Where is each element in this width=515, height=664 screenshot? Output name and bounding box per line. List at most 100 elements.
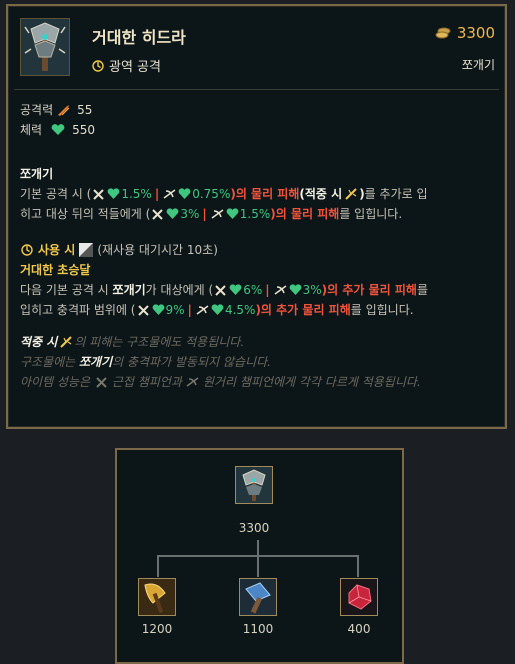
text: 를 입힙니다. — [350, 303, 414, 317]
text: 의 충격파가 발동되지 않습니다. — [112, 355, 271, 369]
recipe-component-price: 1100 — [242, 622, 274, 636]
melee-icon — [93, 189, 105, 200]
note-1: 적중 시 의 피해는 구조물에도 적용됩니다. — [20, 332, 500, 352]
ranged-icon — [186, 377, 199, 387]
gold-coins-icon — [435, 27, 451, 39]
item-cost-value: 3300 — [456, 24, 495, 42]
health-heart-icon — [51, 124, 65, 135]
text: 기본 공격 시 ( — [20, 187, 92, 201]
stat-value: 55 — [77, 103, 93, 117]
melee-icon — [96, 377, 107, 388]
ranged-value: 4.5% — [224, 303, 256, 317]
heart-icon — [229, 284, 242, 295]
on-hit-label: 적중 시 — [304, 187, 343, 201]
ranged-value: 3% — [302, 283, 322, 297]
item-name: 거대한 히드라 — [92, 28, 186, 47]
text: 를 입힙니다. — [339, 207, 403, 221]
on-hit-label: 적중 시 — [20, 335, 58, 349]
text: 원거리 챔피언에게 각각 다르게 적용됩니다. — [202, 375, 421, 389]
attack-damage-icon — [58, 105, 70, 116]
on-hit-icon — [345, 188, 357, 200]
item-stats: 공격력 55 체력 550 — [20, 100, 95, 140]
recipe-component-blue-hammer-icon[interactable] — [239, 578, 277, 616]
note-3: 아이템 성능은 근접 챔피언과 원거리 챔피언에게 각각 다르게 적용됩니다. — [20, 372, 500, 392]
tree-connector — [257, 555, 259, 577]
active-line-2: 입히고 충격파 범위에 ( 9% | 4.5%)의 추가 물리 피해를 입힙니다. — [20, 300, 500, 320]
heart-icon — [178, 188, 191, 199]
tree-connector — [157, 555, 159, 577]
text: 의 피해는 구조물에도 적용됩니다. — [74, 335, 245, 349]
stat-label: 공격력 — [20, 103, 54, 117]
melee-value: 1.5% — [121, 187, 152, 201]
recipe-component-price: 400 — [347, 622, 371, 636]
passive-line-2: 히고 대상 뒤의 적들에게 ( 3% | 1.5%)의 물리 피해를 입힙니다. — [20, 204, 500, 224]
header-divider — [14, 89, 499, 90]
text: 근접 챔피언과 — [111, 375, 182, 389]
heart-icon — [211, 304, 224, 315]
tooltip-header: 거대한 히드라 광역 공격 3300 쪼개기 — [8, 6, 505, 90]
active-ability-icon — [92, 59, 104, 72]
tree-connector — [357, 555, 359, 577]
text: 구조물에는 — [20, 355, 80, 369]
recipe-component-price: 1200 — [141, 622, 173, 636]
text: 가 대상에게 ( — [145, 283, 214, 297]
item-passive-name: 쪼개기 — [461, 58, 495, 72]
active-header: 사용 시 (재사용 대기시간 10초) — [20, 240, 500, 260]
ranged-icon — [196, 305, 209, 315]
heart-icon — [152, 304, 164, 315]
separator: | — [187, 303, 192, 317]
recipe-root-price: 3300 — [238, 521, 270, 535]
stat-row-attack: 공격력 55 — [20, 100, 95, 120]
item-notes: 적중 시 의 피해는 구조물에도 적용됩니다. 구조물에는 쪼개기의 충격파가 발… — [20, 332, 500, 392]
active-line-1: 다음 기본 공격 시 쪼개기가 대상에게 (6% | 3%)의 추가 물리 피해를 — [20, 280, 500, 300]
titanic-hydra-item-icon — [20, 18, 70, 76]
melee-icon — [215, 285, 226, 296]
stat-value: 550 — [72, 123, 95, 137]
item-description: 쪼개기 기본 공격 시 (1.5% | 0.75%)의 물리 피해(적중 시)를 추… — [20, 164, 500, 392]
text: 를 — [416, 283, 429, 297]
item-cost: 3300 — [435, 24, 495, 42]
tree-connector — [257, 540, 259, 556]
damage-text: )의 추가 물리 피해 — [255, 303, 351, 317]
recipe-component-golden-axe-icon[interactable] — [138, 578, 176, 616]
text: 를 추가로 입 — [364, 187, 428, 201]
recipe-root-ravenous-hydra-icon[interactable] — [235, 466, 273, 504]
item-tag: 광역 공격 — [109, 60, 161, 75]
item-tag-row: 광역 공격 — [92, 56, 161, 75]
heart-icon — [107, 188, 120, 199]
on-hit-icon — [60, 336, 73, 348]
melee-icon — [152, 209, 164, 220]
ranged-value: 1.5% — [239, 207, 271, 221]
text: 입히고 충격파 범위에 ( — [20, 303, 136, 317]
heart-icon — [289, 284, 302, 295]
separator: | — [265, 283, 270, 297]
ranged-value: 0.75% — [192, 187, 231, 201]
recipe-tree-panel: 3300 1200 1100 400 — [115, 448, 404, 664]
melee-icon — [137, 305, 149, 316]
cooldown-text: (재사용 대기시간 10초) — [97, 243, 218, 257]
melee-value: 3% — [180, 207, 200, 221]
cooldown-icon — [79, 243, 94, 257]
heart-icon — [226, 208, 239, 219]
stat-row-health: 체력 550 — [20, 120, 95, 140]
separator: | — [154, 187, 160, 201]
damage-text: )의 물리 피해 — [270, 207, 340, 221]
heart-icon — [166, 208, 179, 219]
recipe-component-ruby-crystal-icon[interactable] — [340, 578, 378, 616]
melee-value: 6% — [243, 283, 263, 297]
damage-text: )의 물리 피해 — [230, 187, 300, 201]
melee-value: 9% — [165, 303, 185, 317]
passive-title: 쪼개기 — [20, 167, 54, 181]
item-tooltip: 거대한 히드라 광역 공격 3300 쪼개기 공격력 55 체력 550 쪼개기… — [6, 4, 507, 429]
text: 아이템 성능은 — [20, 375, 94, 389]
active-label: 사용 시 — [38, 243, 76, 257]
active-ability-icon — [21, 244, 33, 256]
note-2: 구조물에는 쪼개기의 충격파가 발동되지 않습니다. — [20, 352, 500, 372]
stat-label: 체력 — [20, 123, 43, 137]
damage-text: )의 추가 물리 피해 — [321, 283, 417, 297]
ranged-icon — [211, 209, 224, 219]
separator: | — [202, 207, 207, 221]
text: 히고 대상 뒤의 적들에게 ( — [20, 207, 151, 221]
text: 다음 기본 공격 시 — [20, 283, 113, 297]
active-name: 거대한 초승달 — [20, 263, 91, 277]
